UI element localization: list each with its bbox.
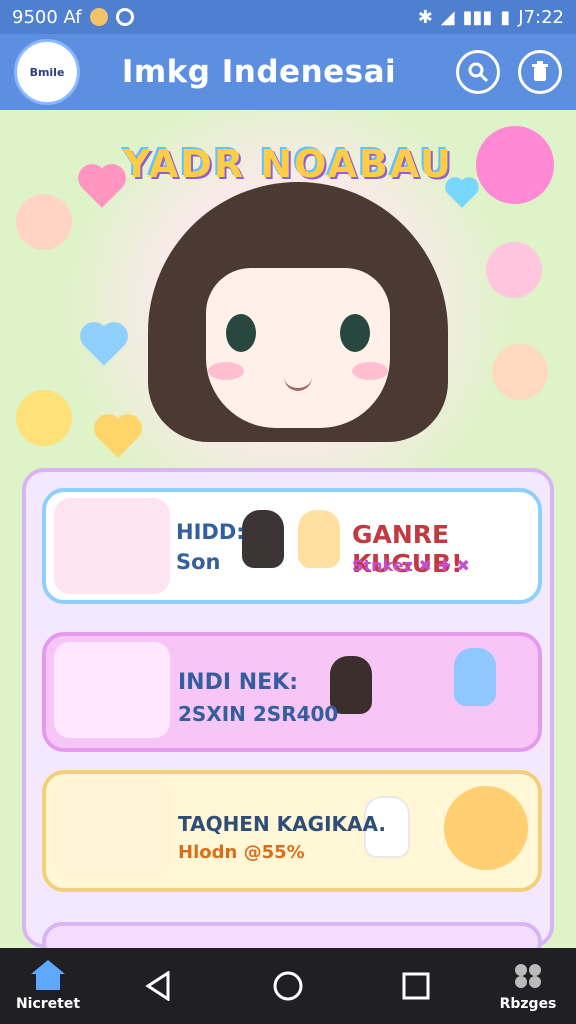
- battery-icon: ▮: [500, 6, 511, 28]
- card-primary-text: HIDD:: [176, 520, 245, 544]
- status-left: 9500 Af: [12, 7, 134, 28]
- heart-icon: [82, 168, 122, 208]
- carrier-text: 9500 Af: [12, 6, 82, 28]
- right-blush: [352, 362, 388, 380]
- logo-text: Bmile: [29, 65, 65, 79]
- bluetooth-icon: ✱: [417, 6, 433, 28]
- home-nav-label: Nicretet: [15, 996, 81, 1012]
- app-bar: Bmile Imkg Indenesai: [0, 34, 576, 110]
- heart-icon: [448, 180, 476, 208]
- blue-character: [454, 648, 496, 706]
- home-button[interactable]: [240, 948, 336, 1024]
- card-secondary-text: Hlodn @55%: [178, 842, 305, 863]
- profile-nav-label: Rbzges: [499, 996, 557, 1012]
- home-icon: [31, 960, 65, 990]
- back-button[interactable]: [110, 948, 206, 1024]
- friend-character: [298, 510, 340, 568]
- left-blush: [208, 362, 244, 380]
- balloon-icon: [476, 126, 554, 204]
- recent-apps-icon: [402, 972, 430, 1000]
- wifi-icon: ◢: [440, 6, 455, 28]
- app-title: Imkg Indenesai: [121, 54, 397, 90]
- recent-apps-button[interactable]: [368, 948, 464, 1024]
- signal-icon: ▮▮▮: [462, 6, 493, 28]
- card-item[interactable]: TAQHEN KAGIKAA. Hlodn @55%: [42, 770, 542, 892]
- bear-character: [444, 786, 528, 870]
- trash-icon: [532, 61, 548, 81]
- sync-icon: [115, 8, 134, 26]
- profile-nav-item[interactable]: Rbzges: [480, 948, 576, 1024]
- status-right: ✱ ◢ ▮▮▮ ▮ J7:22: [418, 7, 564, 28]
- card-secondary-text: 2SXIN 2SR400: [178, 702, 339, 726]
- back-icon: [145, 971, 170, 1001]
- app-notification-icon: [89, 8, 108, 26]
- card-panel: HIDD: Son GANRE KUGUB! Stnkez ✖ ✚ ✖ INDI…: [22, 468, 554, 962]
- delete-button[interactable]: [518, 50, 562, 94]
- left-eye: [226, 314, 256, 352]
- status-bar: 9500 Af ✱ ◢ ▮▮▮ ▮ J7:22: [0, 0, 576, 34]
- home-nav-item[interactable]: Nicretet: [0, 948, 96, 1024]
- carrot-icon: [16, 194, 72, 250]
- hero-character: [148, 182, 448, 462]
- cat-icon: [492, 344, 548, 400]
- home-circle-icon: [273, 971, 303, 1001]
- search-button[interactable]: [456, 50, 500, 94]
- card-thumbnail: [54, 780, 170, 876]
- card-thumbnail: [54, 498, 170, 594]
- hero-banner: YADR NOABAU: [0, 110, 576, 470]
- card-item[interactable]: INDI NEK: 2SXIN 2SR400: [42, 632, 542, 752]
- card-primary-text: TAQHEN KAGIKAA.: [178, 812, 386, 836]
- heart-icon: [84, 326, 124, 366]
- sun-icon: [16, 390, 72, 446]
- card-item[interactable]: HIDD: Son GANRE KUGUB! Stnkez ✖ ✚ ✖: [42, 488, 542, 604]
- card-tagline: Stnkez ✖ ✚ ✖: [352, 556, 470, 575]
- search-icon: [468, 62, 489, 83]
- app-logo[interactable]: Bmile: [14, 39, 80, 105]
- card-primary-text: INDI NEK:: [178, 670, 298, 695]
- cloud-icon: [486, 242, 542, 298]
- bottom-navigation: Nicretet Rbzges: [0, 948, 576, 1024]
- card-thumbnail: [54, 642, 170, 738]
- right-eye: [340, 314, 370, 352]
- grid-icon: [515, 964, 541, 988]
- card-secondary-text: Son: [176, 550, 221, 574]
- cat-character: [242, 510, 284, 568]
- time-text: J7:22: [518, 6, 564, 28]
- heart-icon: [98, 418, 138, 458]
